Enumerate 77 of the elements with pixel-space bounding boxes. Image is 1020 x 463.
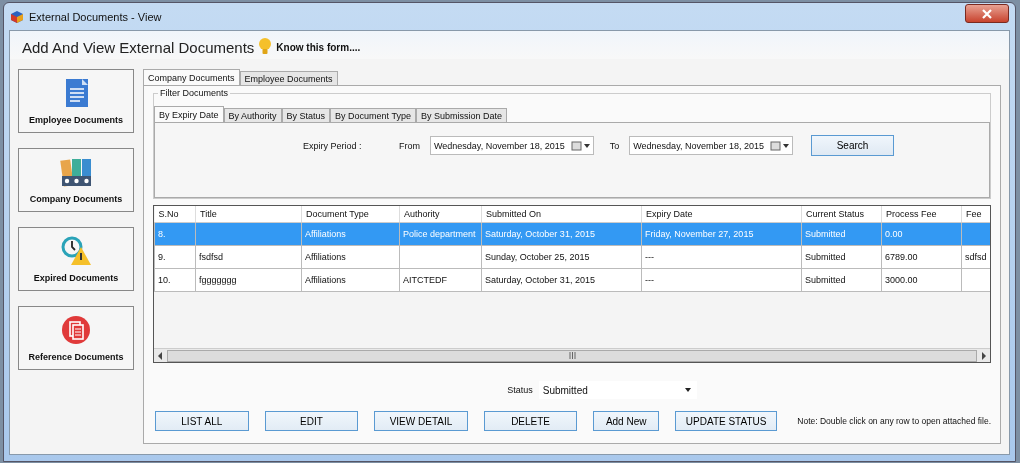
column-header[interactable]: Current Status [801,206,882,222]
tab[interactable]: By Authority [223,108,282,122]
table-cell: fggggggg [199,274,237,285]
action-button[interactable]: EDIT [264,411,359,431]
scroll-left-icon [157,351,163,360]
close-icon [982,8,992,19]
calendar-dropdown-icon [770,140,790,151]
status-dropdown[interactable]: Submitted [538,381,697,399]
action-button[interactable]: DELETE [483,411,578,431]
search-button[interactable]: Search [811,135,894,156]
calendar-dropdown-icon [570,140,591,151]
table-cell: 0.00 [885,228,903,239]
grip-icon [568,352,576,359]
dropdown-arrow-icon [684,388,691,392]
window-title: External Documents - View [29,10,163,23]
table-row[interactable]: 9. fsdfsd Affiliations Sunday, October 25, 2015 --- Submitted 6789.00 sdfsd [154,245,990,268]
column-header[interactable]: Title [195,206,302,222]
field-label: To [608,140,621,151]
close-button[interactable] [965,4,1009,23]
column-header[interactable]: Authority [399,206,482,222]
table-cell: Submitted [805,274,846,285]
form-title: Add And View External Documents [22,38,255,56]
table-cell: Affiliations [305,251,346,262]
date-picker[interactable]: Wednesday, November 18, 2015 [430,136,594,155]
table-cell: Saturday, October 31, 2015 [485,274,595,285]
column-header[interactable]: Process Fee [881,206,962,222]
table-cell: Friday, November 27, 2015 [645,228,754,239]
table-cell: 8. [158,228,166,239]
field-label: From [398,140,421,151]
status-label: Status [507,385,533,395]
table-cell: fsdfsd [199,251,223,262]
table-cell: Saturday, October 31, 2015 [485,228,595,239]
documents-icon [60,314,92,346]
clock-warning-icon [60,235,92,267]
sidebar-button[interactable]: Employee Documents [18,69,134,133]
table-cell: sdfsd [965,251,987,262]
table-cell: Affiliations [305,228,346,239]
action-button[interactable]: UPDATE STATUS [675,411,778,431]
tab[interactable]: By Submission Date [415,108,507,122]
table-row[interactable]: 10. fggggggg Affiliations AITCTEDF Saturday, October 31, 2015 --- Submitted 3000.00 [154,268,990,291]
sidebar-button[interactable]: Reference Documents [18,306,134,370]
tab[interactable]: Company Documents [143,69,240,85]
date-picker[interactable]: Wednesday, November 18, 2015 [629,136,793,155]
action-button[interactable]: Add New [593,411,659,431]
table-cell: Submitted [805,251,846,262]
cube-icon [10,9,24,24]
tab[interactable]: By Document Type [330,108,416,122]
table-cell: --- [645,274,654,285]
group-legend: Filter Documents [158,88,231,98]
tab[interactable]: Employee Documents [239,71,338,85]
table-cell: 3000.00 [885,274,918,285]
table-cell: AITCTEDF [403,274,447,285]
table-cell: Submitted [805,228,846,239]
table-cell: 9. [158,251,166,262]
scroll-right-icon [981,351,987,360]
table-cell: Sunday, October 25, 2015 [485,251,590,262]
table-cell: Affiliations [305,274,346,285]
lightbulb-icon [258,37,273,57]
table-cell: Police department [403,228,476,239]
action-button[interactable]: VIEW DETAIL [374,411,468,431]
table-cell: 6789.00 [885,251,918,262]
sidebar-button[interactable]: Company Documents [18,148,134,212]
period-label: Expiry Period : [303,140,363,151]
column-header[interactable]: Submitted On [481,206,642,222]
sidebar-button[interactable]: Expired Documents [18,227,134,291]
column-header[interactable]: Document Type [301,206,400,222]
binders-icon [60,156,92,188]
note-text: Note: Double click on any row to open attached file. [797,416,991,426]
table-cell: 10. [158,274,171,285]
table-cell: --- [645,251,654,262]
tab[interactable]: By Expiry Date [154,106,224,122]
help-link[interactable]: Know this form.... [276,41,361,53]
column-header[interactable]: S.No [154,206,196,222]
tab[interactable]: By Status [281,108,331,122]
action-button[interactable]: LIST ALL [155,411,249,431]
column-header[interactable]: Fee [961,206,990,222]
column-header[interactable]: Expiry Date [641,206,802,222]
